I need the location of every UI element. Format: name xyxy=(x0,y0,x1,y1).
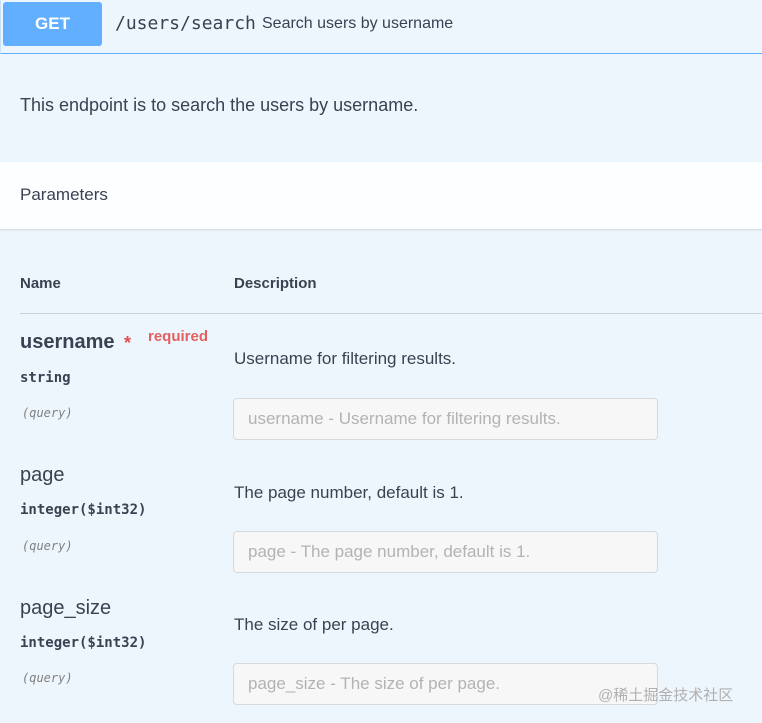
parameter-type: string xyxy=(20,370,71,386)
required-asterisk: * xyxy=(124,333,132,353)
page-input[interactable] xyxy=(233,531,658,573)
parameter-description: The size of per page. xyxy=(234,615,394,634)
parameter-name: page xyxy=(20,464,65,486)
operation-path[interactable]: /users/search xyxy=(115,12,256,36)
parameter-type: integer($int32) xyxy=(20,502,147,518)
parameter-location: (query) xyxy=(22,671,73,685)
parameter-location: (query) xyxy=(22,539,73,553)
parameter-name: page_size xyxy=(20,597,112,619)
watermark: @稀土掘金技术社区 xyxy=(598,687,734,704)
parameters-title: Parameters xyxy=(20,185,108,204)
username-input[interactable] xyxy=(233,398,658,440)
http-method-badge[interactable]: GET xyxy=(3,2,102,46)
column-header-name: Name xyxy=(20,275,61,292)
parameter-name: username xyxy=(20,331,115,353)
parameters-section-header: Parameters xyxy=(0,162,762,229)
parameter-description: The page number, default is 1. xyxy=(234,483,464,502)
operation-description: This endpoint is to search the users by … xyxy=(20,95,419,115)
parameter-location: (query) xyxy=(22,406,73,420)
page-size-input[interactable] xyxy=(233,663,658,705)
column-header-description: Description xyxy=(234,275,317,292)
table-header-divider xyxy=(20,313,762,314)
operation-summary[interactable]: Search users by username xyxy=(262,14,453,34)
parameter-description: Username for filtering results. xyxy=(234,349,457,368)
required-label: required xyxy=(148,328,209,345)
operation-summary-bar[interactable]: GET /users/search Search users by userna… xyxy=(0,0,762,54)
parameter-type: integer($int32) xyxy=(20,635,147,651)
